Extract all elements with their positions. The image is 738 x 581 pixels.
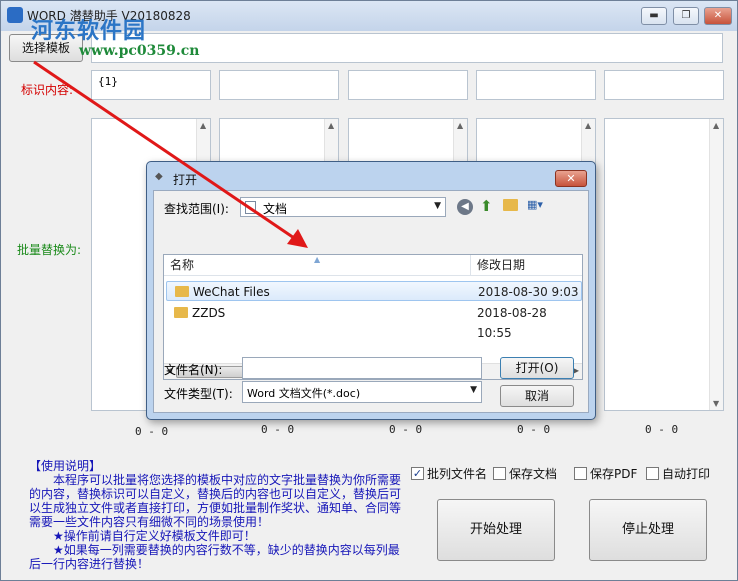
- filetype-value: Word 文档文件(*.doc): [247, 387, 361, 400]
- dialog-body: 查找范围(I): 文档 ▼ ◀ ⬆ ▦▾ 名称 ▲ 修改日期 WeChat Fi…: [153, 190, 589, 413]
- save-doc-label: 保存文档: [509, 467, 558, 481]
- stop-button[interactable]: 停止处理: [589, 499, 707, 561]
- dialog-title: 打开: [173, 173, 198, 187]
- file-row-wechat[interactable]: WeChat Files 2018-08-30 9:03: [166, 281, 582, 301]
- marker-input-5[interactable]: [604, 70, 724, 100]
- lookin-select[interactable]: 文档 ▼: [240, 197, 446, 217]
- sort-up-icon: ▲: [314, 255, 321, 264]
- lookin-label: 查找范围(I):: [164, 202, 229, 216]
- batch-filename-label: 批列文件名: [427, 467, 488, 481]
- save-pdf-checkbox[interactable]: 保存PDF: [574, 465, 637, 482]
- cancel-button[interactable]: 取消: [500, 385, 574, 407]
- watermark-url: www.pc0359.cn: [79, 43, 200, 59]
- checkbox-icon: [493, 467, 506, 480]
- view-menu-icon[interactable]: ▦▾: [527, 198, 551, 214]
- folder-icon: [175, 286, 189, 297]
- marker-input-1[interactable]: {1}: [91, 70, 211, 100]
- marker-input-4[interactable]: [476, 70, 596, 100]
- open-button[interactable]: 打开(O): [500, 357, 574, 379]
- back-icon[interactable]: ◀: [457, 199, 473, 215]
- batch-label: 批量替换为:: [17, 243, 82, 257]
- marker-input-3[interactable]: [348, 70, 468, 100]
- marker-label: 标识内容:: [21, 83, 74, 97]
- usage-paragraph: 本程序可以批量将您选择的模板中对应的文字批量替换为你所需要的内容，替换标识可以自…: [29, 473, 402, 529]
- open-file-dialog: ◆ 打开 ✕ 查找范围(I): 文档 ▼ ◀ ⬆ ▦▾ 名称 ▲ 修改日期 We…: [146, 161, 596, 420]
- marker-input-2[interactable]: [219, 70, 339, 100]
- maximize-button[interactable]: ❐: [673, 7, 699, 25]
- file-row-zzds[interactable]: ZZDS 2018-08-28 10:55: [166, 303, 582, 340]
- minimize-button[interactable]: ▬: [641, 7, 667, 25]
- folder-icon: [174, 307, 188, 318]
- save-pdf-label: 保存PDF: [590, 467, 638, 481]
- auto-print-label: 自动打印: [662, 467, 711, 481]
- checkbox-icon: [646, 467, 659, 480]
- usage-heading: 【使用说明】: [29, 459, 102, 473]
- chevron-down-icon: ▼: [470, 385, 477, 395]
- watermark-brand: 河东软件园: [31, 18, 147, 44]
- column-header-date[interactable]: 修改日期: [470, 255, 582, 276]
- auto-print-checkbox[interactable]: 自动打印: [646, 465, 710, 482]
- chevron-down-icon: ▼: [434, 201, 441, 211]
- usage-tip: ★操作前请自行定义好模板文件即可！: [53, 529, 256, 543]
- up-folder-icon[interactable]: ⬆: [480, 197, 493, 215]
- new-folder-icon[interactable]: [503, 199, 518, 211]
- filename-label: 文件名(N):: [164, 363, 223, 377]
- filename-input[interactable]: [242, 357, 482, 379]
- filetype-label: 文件类型(T):: [164, 387, 233, 401]
- dialog-app-icon: ◆: [155, 171, 163, 182]
- start-button[interactable]: 开始处理: [437, 499, 555, 561]
- close-button[interactable]: ✕: [704, 7, 732, 25]
- filetype-select[interactable]: Word 文档文件(*.doc) ▼: [242, 381, 482, 403]
- checkbox-icon: [574, 467, 587, 480]
- checkbox-checked-icon: ✓: [411, 467, 424, 480]
- scrollbar[interactable]: ▲▼: [709, 119, 723, 410]
- file-name: WeChat Files: [193, 285, 270, 299]
- lookin-value: 文档: [263, 202, 288, 216]
- row-count-1: 0 - 0: [135, 425, 169, 438]
- row-count-3: 0 - 0: [389, 423, 423, 436]
- document-icon: [245, 201, 256, 214]
- replace-area-5[interactable]: ▲ ▼: [604, 118, 724, 411]
- row-count-5: 0 - 0: [645, 423, 679, 436]
- file-date: 2018-08-28 10:55: [477, 306, 547, 340]
- row-count-2: 0 - 0: [261, 423, 295, 436]
- row-count-4: 0 - 0: [517, 423, 551, 436]
- usage-instructions: 【使用说明】 本程序可以批量将您选择的模板中对应的文字批量替换为你所需要的内容，…: [29, 459, 405, 571]
- batch-filename-checkbox[interactable]: ✓ 批列文件名: [411, 465, 487, 482]
- dialog-close-button[interactable]: ✕: [555, 170, 587, 187]
- file-name: ZZDS: [192, 306, 226, 320]
- save-doc-checkbox[interactable]: 保存文档: [493, 465, 557, 482]
- usage-tip: ★如果每一列需要替换的内容行数不等，缺少的替换内容以每列最后一行内容进行替换！: [29, 543, 400, 571]
- file-date: 2018-08-30 9:03: [478, 285, 579, 299]
- app-icon: [7, 7, 23, 23]
